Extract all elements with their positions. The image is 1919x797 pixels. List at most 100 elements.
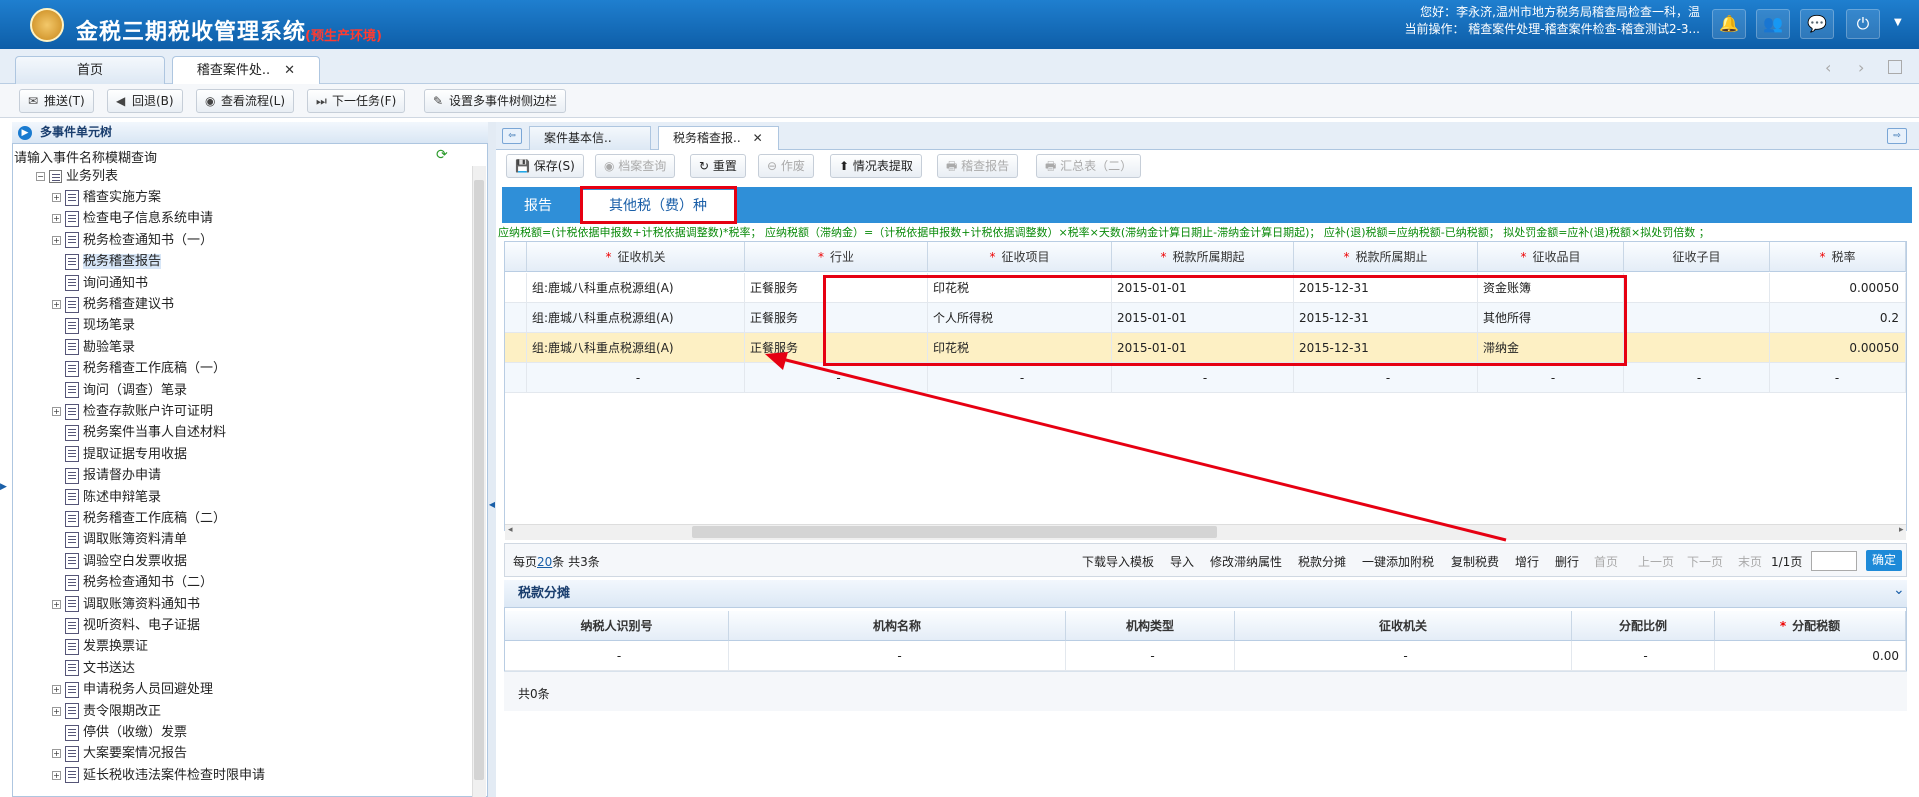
grid-cell[interactable] — [1624, 273, 1770, 303]
expand-icon[interactable]: + — [52, 300, 61, 309]
tree-item[interactable]: 报请督办申请 — [52, 465, 161, 486]
add-row-link[interactable]: 增行 — [1515, 553, 1539, 570]
page-size-link[interactable]: 20 — [537, 555, 552, 569]
tree-item[interactable]: + 调取账簿资料通知书 — [52, 594, 200, 615]
expand-icon[interactable]: + — [52, 770, 61, 780]
chat-icon[interactable]: 💬 — [1800, 9, 1834, 39]
tree-item[interactable]: 视听资料、电子证据 — [52, 615, 200, 636]
grid-cell[interactable]: 0.00050 — [1770, 333, 1906, 363]
tree-item[interactable]: 询问（调查）笔录 — [52, 380, 187, 401]
bell-icon[interactable]: 🔔 — [1712, 9, 1746, 39]
allocation-column-header[interactable]: 分配比例 — [1572, 611, 1715, 641]
collapse-left-icon[interactable]: ◀ — [488, 500, 496, 509]
view-flow-button[interactable]: ◉ 查看流程(L) — [196, 89, 295, 113]
modify-late-fee-link[interactable]: 修改滞纳属性 — [1210, 553, 1282, 570]
back-button[interactable]: ◀ 回退(B) — [107, 89, 183, 113]
tab-case-info[interactable]: 案件基本信.. — [529, 126, 651, 150]
tree-item[interactable]: 发票换票证 — [52, 636, 148, 657]
tree-item[interactable]: 调验空白发票收据 — [52, 551, 187, 572]
go-button[interactable]: 确定 — [1866, 550, 1902, 571]
allocation-cell[interactable]: - — [1572, 641, 1715, 671]
power-icon[interactable]: ⏻ — [1846, 9, 1880, 39]
add-surtax-link[interactable]: 一键添加附税 — [1362, 553, 1434, 570]
tab-audit-report[interactable]: 税务稽查报.. ✕ — [658, 126, 779, 150]
import-link[interactable]: 导入 — [1170, 553, 1194, 570]
tree-scroll-thumb[interactable] — [474, 180, 484, 780]
tab-prev-icon[interactable]: ‹ — [1825, 58, 1831, 77]
grid-cell[interactable]: - — [527, 363, 745, 393]
tree-item[interactable]: 税务检查通知书（二） — [52, 572, 213, 593]
grid-cell[interactable]: - — [1770, 363, 1906, 393]
expand-icon[interactable]: + — [52, 599, 61, 609]
tab-report[interactable]: 报告 — [508, 190, 568, 223]
scroll-left-icon[interactable]: ◂ — [508, 525, 513, 535]
allocation-column-header[interactable]: * 分配税额 — [1715, 611, 1906, 641]
allocation-column-header[interactable]: 机构名称 — [729, 611, 1066, 641]
expand-icon[interactable]: + — [52, 407, 61, 416]
extract-situation-button[interactable]: ⬆ 情况表提取 — [830, 154, 922, 178]
first-page-link[interactable]: 首页 — [1594, 553, 1618, 570]
tree-item[interactable]: 税务稽查工作底稿（一） — [52, 358, 226, 379]
next-task-button[interactable]: ⏭ 下一任务(F) — [307, 89, 406, 113]
prev-page-link[interactable]: 上一页 — [1638, 553, 1674, 570]
tree-item[interactable]: + 检查存款账户许可证明 — [52, 401, 213, 422]
inner-tab-prev-icon[interactable]: ⇦ — [502, 128, 522, 144]
grid-column-header[interactable]: * 征收机关 — [527, 242, 745, 272]
close-icon[interactable]: ✕ — [284, 63, 295, 78]
expand-icon[interactable]: + — [52, 749, 61, 759]
refresh-icon[interactable]: ⟳ — [436, 147, 448, 163]
delete-row-link[interactable]: 删行 — [1555, 553, 1579, 570]
grid-column-header[interactable]: * 税款所属期止 — [1294, 242, 1478, 272]
grid-cell[interactable]: 组:鹿城八科重点税源组(A) — [527, 273, 745, 303]
tax-allocation-link[interactable]: 税款分摊 — [1298, 553, 1346, 570]
next-page-link[interactable]: 下一页 — [1687, 553, 1723, 570]
tree-item[interactable]: 现场笔录 — [52, 315, 135, 336]
grid-cell[interactable] — [1624, 303, 1770, 333]
sidebar-settings-button[interactable]: ✎ 设置多事件树侧边栏 — [424, 89, 567, 113]
expand-icon[interactable]: + — [52, 214, 61, 224]
summary-button[interactable]: 🖶 汇总表（二） — [1036, 154, 1142, 178]
tree-item[interactable]: 提取证据专用收据 — [52, 444, 187, 465]
tree-item[interactable]: + 申请税务人员回避处理 — [52, 679, 213, 700]
tree-search-label[interactable]: 请输入事件名称模糊查询 — [14, 147, 157, 166]
grid-cell[interactable]: 0.00050 — [1770, 273, 1906, 303]
audit-report-button[interactable]: 🖶 稽查报告 — [937, 154, 1019, 178]
allocation-cell[interactable]: - — [729, 641, 1066, 671]
close-icon[interactable]: ✕ — [753, 131, 763, 145]
push-button[interactable]: ✉ 推送(T) — [19, 89, 94, 113]
allocation-cell[interactable]: - — [1066, 641, 1235, 671]
users-icon[interactable]: 👥 — [1756, 9, 1790, 39]
page-number-input[interactable] — [1811, 551, 1857, 571]
grid-column-header[interactable]: * 税率 — [1770, 242, 1906, 272]
tree-item[interactable]: + 税务稽查建议书 — [52, 294, 174, 315]
tree-item[interactable]: 税务案件当事人自述材料 — [52, 422, 226, 443]
allocation-cell[interactable]: - — [1235, 641, 1572, 671]
expand-side-icon[interactable]: ▶ — [0, 482, 7, 492]
grid-cell[interactable]: 组:鹿城八科重点税源组(A) — [527, 333, 745, 363]
save-button[interactable]: 💾 保存(S) — [506, 154, 584, 178]
grid-column-header[interactable]: * 行业 — [745, 242, 928, 272]
tree-item[interactable]: 陈述申辩笔录 — [52, 487, 161, 508]
grid-column-header[interactable]: 征收子目 — [1624, 242, 1770, 272]
tree-item[interactable]: + 检查电子信息系统申请 — [52, 208, 213, 229]
reset-button[interactable]: ↻ 重置 — [690, 154, 746, 178]
expand-icon[interactable]: + — [52, 193, 61, 202]
tree-item[interactable]: 询问通知书 — [52, 273, 148, 294]
tree-item[interactable]: + 大案要案情况报告 — [52, 743, 187, 764]
expand-icon[interactable]: + — [52, 235, 61, 245]
archive-query-button[interactable]: ◉ 档案查询 — [595, 154, 676, 178]
tree-item[interactable]: 税务稽查报告 — [52, 251, 162, 272]
inner-tab-next-icon[interactable]: ⇨ — [1887, 128, 1907, 144]
grid-cell[interactable]: 组:鹿城八科重点税源组(A) — [527, 303, 745, 333]
tab-next-icon[interactable]: › — [1858, 58, 1864, 77]
tree-item[interactable]: 调取账簿资料清单 — [52, 529, 187, 550]
download-template-link[interactable]: 下载导入模板 — [1082, 553, 1154, 570]
allocation-column-header[interactable]: 纳税人识别号 — [505, 611, 729, 641]
allocation-cell[interactable]: - — [505, 641, 729, 671]
allocation-column-header[interactable]: 机构类型 — [1066, 611, 1235, 641]
tree-item[interactable]: 文书送达 — [52, 658, 135, 679]
grid-column-header[interactable]: * 征收品目 — [1478, 242, 1624, 272]
tree-item[interactable]: + 税务检查通知书（一） — [52, 230, 213, 251]
void-button[interactable]: ⊖ 作废 — [758, 154, 814, 178]
scroll-right-icon[interactable]: ▸ — [1899, 525, 1904, 535]
